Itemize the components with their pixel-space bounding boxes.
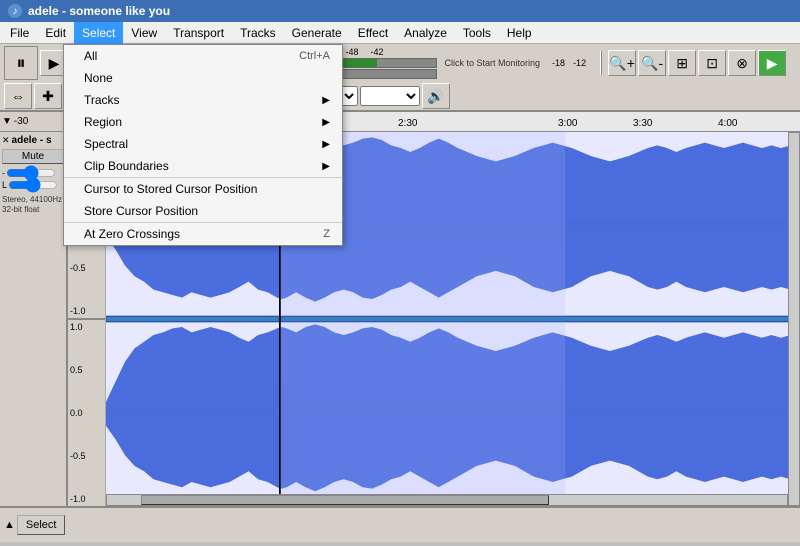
separator-3: [600, 51, 602, 75]
menu-all[interactable]: All Ctrl+A: [64, 45, 342, 67]
pause-button[interactable]: ⏸: [4, 46, 38, 80]
menu-none[interactable]: None: [64, 67, 342, 89]
menu-cursor-to-stored[interactable]: Cursor to Stored Cursor Position: [64, 178, 342, 200]
meter-area: LR -54 -48 -42 Click to Start Monitoring…: [304, 47, 594, 79]
zoom-out-button[interactable]: 🔍-: [638, 50, 666, 76]
ruler-3-30: 3:30: [633, 118, 652, 129]
track-header-row: ✕ adele - s: [2, 135, 64, 146]
menu-view[interactable]: View: [123, 22, 165, 44]
bottom-left: ▲ Select: [4, 515, 65, 535]
scale-top-2: 1.0: [70, 322, 103, 332]
track-name: adele - s: [12, 135, 52, 146]
expand-icon[interactable]: ▲: [4, 519, 15, 531]
pan-slider[interactable]: [8, 181, 58, 189]
tool-multi[interactable]: ✚: [34, 83, 62, 109]
pan-slider-row: L: [2, 180, 64, 190]
pitch-select[interactable]: [360, 86, 420, 106]
menu-at-zero-crossings[interactable]: At Zero Crossings Z: [64, 223, 342, 245]
track-info-panel: ▼ -30 ✕ adele - s Mute - L Stereo, 44100…: [0, 112, 68, 506]
ruler-3-00: 3:00: [558, 118, 577, 129]
scale-zero-2: 0.0: [70, 408, 103, 418]
menu-region-sub[interactable]: Region ▶: [64, 111, 342, 133]
tool-move[interactable]: ⇔: [4, 83, 32, 109]
scale-neg1-2: -1.0: [70, 494, 103, 504]
bottom-toolbar: ▲ Select: [0, 506, 800, 542]
track-close-icon[interactable]: ✕: [2, 135, 10, 146]
menu-spectral-sub[interactable]: Spectral ▶: [64, 133, 342, 155]
menu-tools[interactable]: Tools: [455, 22, 499, 44]
track-detail: Stereo, 44100Hz32-bit float: [2, 195, 64, 216]
volume-indicator: ▼: [2, 116, 12, 127]
pan-label: L: [2, 180, 7, 190]
menu-clip-boundaries[interactable]: Clip Boundaries ▶: [64, 155, 342, 178]
menu-help[interactable]: Help: [499, 22, 540, 44]
ruler-4-00: 4:00: [718, 118, 737, 129]
mute-button[interactable]: Mute: [2, 149, 64, 164]
zoom-in-button[interactable]: 🔍+: [608, 50, 636, 76]
menu-effect[interactable]: Effect: [350, 22, 396, 44]
menu-file[interactable]: File: [2, 22, 37, 44]
app-icon: ♪: [8, 4, 22, 18]
scrollbar-thumb[interactable]: [141, 495, 549, 505]
volume-icon: -: [2, 168, 5, 178]
scale-mid-2: 0.5: [70, 365, 103, 375]
volume-slider[interactable]: [6, 169, 56, 177]
play-green-button[interactable]: ▶: [758, 50, 786, 76]
vertical-scrollbar[interactable]: [788, 132, 800, 506]
menu-bar: File Edit Select View Transport Tracks G…: [0, 22, 800, 44]
track-control-1: ✕ adele - s Mute - L Stereo, 44100Hz32-b…: [0, 132, 66, 506]
horizontal-scrollbar[interactable]: [106, 494, 788, 506]
fit-button[interactable]: ⊞: [668, 50, 696, 76]
click-to-monitor[interactable]: Click to Start Monitoring: [439, 58, 547, 68]
scale-lower: 1.0 0.5 0.0 -0.5 -1.0: [68, 320, 105, 506]
db-labels-right: -18 -12: [548, 58, 590, 68]
scale-neg05: -0.5: [70, 263, 103, 273]
volume-value: -30: [14, 116, 28, 127]
menu-select[interactable]: Select: [74, 22, 123, 44]
scale-neg05-2: -0.5: [70, 451, 103, 461]
menu-tracks[interactable]: Tracks: [232, 22, 284, 44]
select-tool-button[interactable]: Select: [17, 515, 66, 535]
menu-generate[interactable]: Generate: [284, 22, 350, 44]
menu-transport[interactable]: Transport: [165, 22, 232, 44]
title-text: adele - someone like you: [28, 4, 170, 18]
menu-store-cursor[interactable]: Store Cursor Position: [64, 200, 342, 223]
select-dropdown: All Ctrl+A None Tracks ▶ Region ▶ Spectr…: [63, 44, 343, 246]
title-bar: ♪ adele - someone like you: [0, 0, 800, 22]
menu-edit[interactable]: Edit: [37, 22, 74, 44]
scale-neg1: -1.0: [70, 306, 103, 316]
audio-output-btn[interactable]: 🔊: [422, 83, 450, 109]
ruler-2-30: 2:30: [398, 118, 417, 129]
zoom-sel-button[interactable]: ⊡: [698, 50, 726, 76]
select-menu: All Ctrl+A None Tracks ▶ Region ▶ Spectr…: [63, 44, 343, 246]
menu-analyze[interactable]: Analyze: [396, 22, 455, 44]
tools-btn-5[interactable]: ⊗: [728, 50, 756, 76]
menu-tracks-sub[interactable]: Tracks ▶: [64, 89, 342, 111]
ruler-spacer: ▼ -30: [0, 112, 66, 132]
